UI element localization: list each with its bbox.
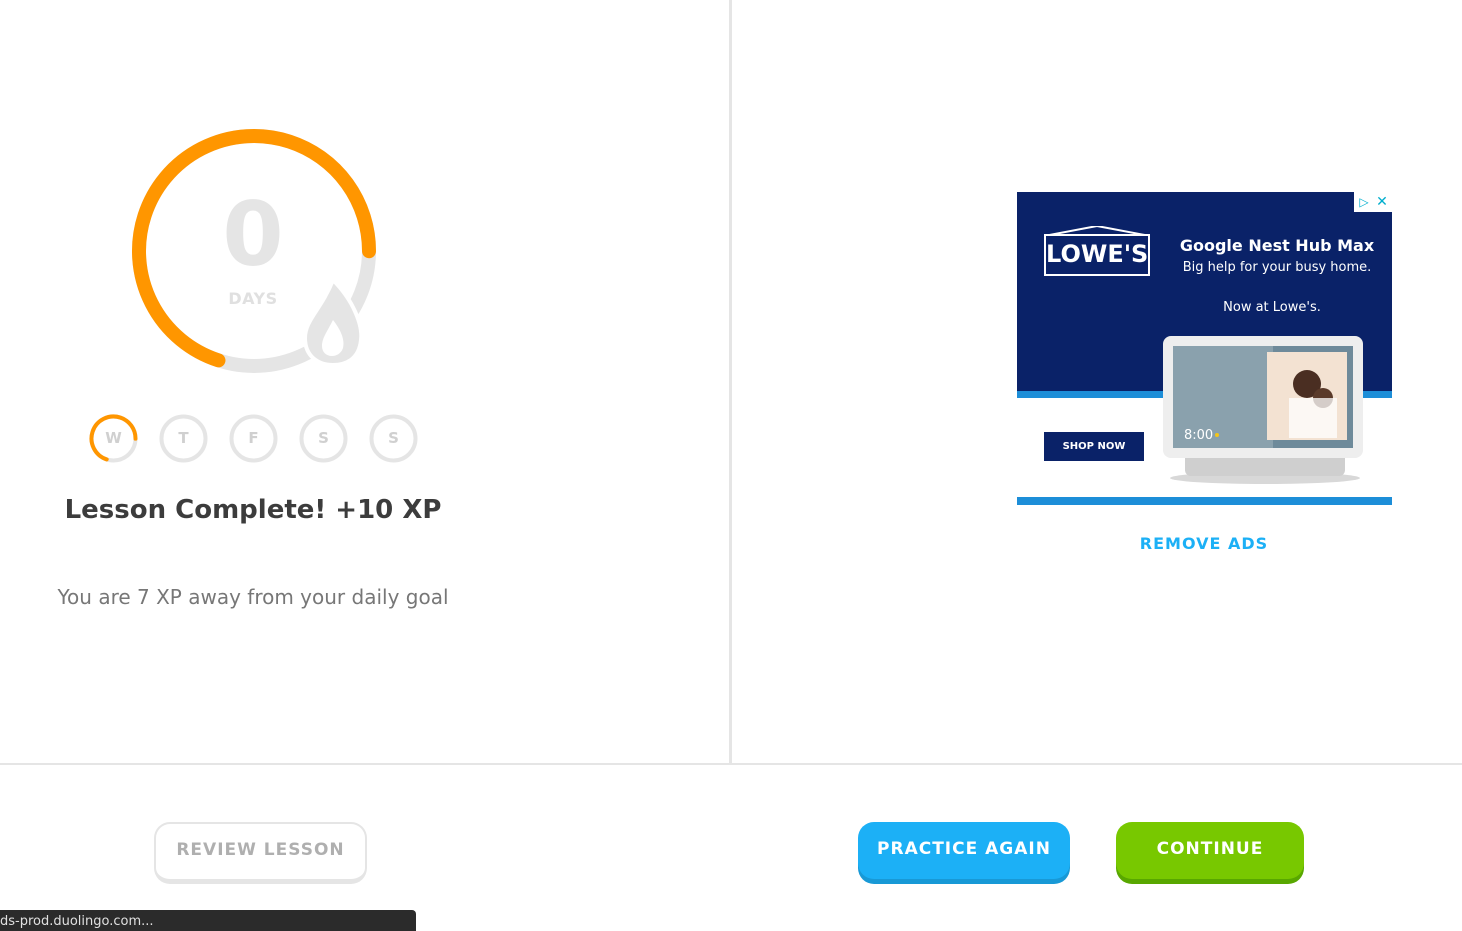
- ad-stripe: [1017, 497, 1392, 505]
- advertisement[interactable]: LOWE'S Google Nest Hub Max Big help for …: [1017, 192, 1392, 505]
- lesson-complete-page: 0 DAYS W T F S S Lesson Complete! +10 XP…: [0, 0, 1462, 931]
- browser-status-bar: ds-prod.duolingo.com...: [0, 910, 416, 931]
- practice-again-button[interactable]: PRACTICE AGAIN: [858, 822, 1070, 879]
- day-circle: T: [158, 413, 209, 464]
- nest-hub-device-image: 8:00: [1163, 336, 1363, 484]
- adchoices-icon[interactable]: ▷: [1356, 194, 1372, 210]
- lesson-complete-title: Lesson Complete! +10 XP: [64, 495, 442, 525]
- day-label: S: [388, 429, 399, 447]
- ad-tagline: Now at Lowe's.: [1223, 300, 1321, 315]
- remove-ads-link[interactable]: REMOVE ADS: [1104, 534, 1304, 553]
- vertical-divider: [729, 0, 732, 764]
- ad-title: Google Nest Hub Max: [1179, 236, 1375, 255]
- ad-subtitle: Big help for your busy home.: [1182, 260, 1372, 275]
- review-lesson-button[interactable]: REVIEW LESSON: [154, 822, 367, 884]
- horizontal-divider: [0, 763, 1462, 765]
- day-circle-active: W: [88, 413, 139, 464]
- day-circle: S: [368, 413, 419, 464]
- ad-badge: ▷ ✕: [1354, 192, 1392, 212]
- day-label: W: [105, 429, 122, 447]
- day-label: T: [178, 429, 189, 447]
- ad-shop-now-button[interactable]: SHOP NOW: [1044, 432, 1144, 461]
- close-icon[interactable]: ✕: [1374, 194, 1390, 210]
- lowes-logo: LOWE'S: [1044, 234, 1150, 276]
- day-label: S: [318, 429, 329, 447]
- streak-unit-label: DAYS: [228, 289, 278, 308]
- continue-button[interactable]: CONTINUE: [1116, 822, 1304, 879]
- svg-text:8:00: 8:00: [1184, 428, 1213, 443]
- daily-goal-text: You are 7 XP away from your daily goal: [57, 585, 449, 609]
- day-label: F: [248, 429, 259, 447]
- day-circle: F: [228, 413, 279, 464]
- day-circle: S: [298, 413, 349, 464]
- streak-count: 0: [222, 183, 284, 286]
